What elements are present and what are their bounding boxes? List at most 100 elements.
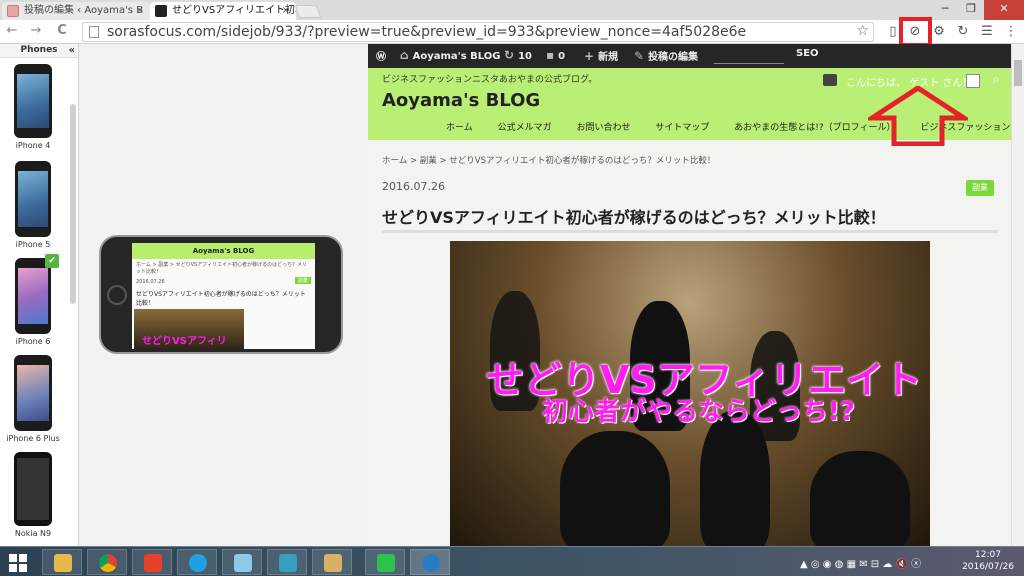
phone-thumbnail [14,452,52,526]
tab-title: せどりVSアフィリエイト初心者 [172,5,296,16]
menu-item[interactable]: サイトマップ [655,123,709,133]
wp-admin-bar: Ⓦ ⌂ Aoyama's BLOG ↻ 10 ▪ 0 + 新規 ✎ 投稿の編集 SEO [368,44,1011,68]
device-iphone-5[interactable]: iPhone 5 [0,161,66,249]
mini-preview[interactable]: Aoyama's BLOG ホーム > 副業 > せどりVSアフィリエイト初心者… [132,243,315,349]
stats-sparkline [714,50,784,64]
avatar[interactable] [966,74,980,88]
admin-updates[interactable]: ↻ 10 [504,48,532,62]
skype-icon[interactable] [177,549,217,575]
device-sidebar: Phones « iPhone 4 iPhone 5 ✔ iPhone 6 iP… [0,44,79,546]
device-label: iPhone 6 [15,337,51,346]
comment-icon: ▪ [546,48,555,62]
device-nokia-n9[interactable]: Nokia N9 [0,452,66,538]
title-divider [382,230,998,233]
new-tab-button[interactable] [294,5,322,18]
taskbar: ▲ ◎ ◉ ◍ ▦ ✉ ⊟ ☁ 🔇 ⓧ 12:07 2016/07/26 [0,546,1024,576]
page-icon [7,5,19,17]
minimize-button[interactable]: ─ [932,0,958,20]
message-icon[interactable] [823,74,837,86]
clock-date: 2016/07/26 [962,562,1014,572]
collapse-icon[interactable]: « [69,44,75,57]
post-title: せどりVSアフィリエイト初心者が稼げるのはどっち？メリット比較！ [382,208,886,227]
system-tray[interactable]: ▲ ◎ ◉ ◍ ▦ ✉ ⊟ ☁ 🔇 ⓧ [800,555,921,570]
tab-title: 投稿の編集 ‹ Aoyama's B [24,5,144,16]
clock-time: 12:07 [975,550,1001,560]
close-window-button[interactable]: ✕ [984,0,1024,20]
gear-icon[interactable]: ⚙ [930,24,948,40]
mini-hero-text: せどりVSアフィリ [142,336,227,347]
sidebar-header: Phones « [0,44,78,58]
home-icon: ⌂ [400,48,409,62]
device-iphone-6[interactable]: ✔ iPhone 6 [0,254,66,346]
device-iphone-4[interactable]: iPhone 4 [0,64,66,150]
tab-preview[interactable]: せどりVSアフィリエイト初心者 × [150,2,296,20]
back-button[interactable]: ← [4,23,20,38]
window-controls: ─ ❐ ✕ [932,0,1024,20]
menu-item[interactable]: 公式メルマガ [498,123,552,133]
device-label: Nokia N9 [14,529,52,538]
admin-seo[interactable]: SEO [796,48,819,59]
paint-icon[interactable] [312,549,352,575]
device-iphone-6-plus[interactable]: iPhone 6 Plus [0,355,66,443]
phone-thumbnail [15,161,51,237]
restore-button[interactable]: ❐ [958,0,984,20]
explorer-icon[interactable] [42,549,82,575]
mini-category: 副業 [294,277,311,284]
update-icon: ↻ [504,48,515,62]
category-badge[interactable]: 副業 [966,180,994,196]
site-tagline: ビジネスファッションニスタあおやまの公式ブログ。 [382,75,598,85]
tab-strip: 投稿の編集 ‹ Aoyama's B × せどりVSアフィリエイト初心者 × ─… [0,0,1024,20]
windows-start-icon[interactable] [9,554,27,572]
phone-thumbnail [15,258,51,334]
site-favicon-icon [155,5,167,17]
close-tab-icon[interactable]: × [136,4,144,18]
landscape-phone: Aoyama's BLOG ホーム > 副業 > せどりVSアフィリエイト初心者… [99,235,343,354]
selected-check-icon: ✔ [45,254,59,268]
reload-button[interactable]: C [54,23,70,38]
menu-icon[interactable]: ⋮ [1002,24,1020,40]
address-bar[interactable]: sorasfocus.com/sidejob/933/?preview=true… [82,22,874,42]
device-label: iPhone 5 [15,240,51,249]
app-red-icon[interactable] [132,549,172,575]
mini-title: せどりVSアフィリエイト初心者が稼げるのはどっち？メリット比較！ [136,291,306,307]
line-icon[interactable] [365,549,405,575]
sidebar-title: Phones [20,45,58,55]
clock[interactable]: 12:07 2016/07/26 [958,549,1018,573]
device-stage: Aoyama's BLOG ホーム > 副業 > せどりVSアフィリエイト初心者… [80,44,368,546]
admin-comments[interactable]: ▪ 0 [546,48,565,62]
search-icon[interactable]: ⌕ [993,72,1000,87]
bookmark-star-icon[interactable]: ☆ [856,23,869,39]
page-scrollbar[interactable] [1011,44,1024,546]
hero-image: せどりVSアフィリエイト 初心者がやるならどっち!? [450,241,930,546]
phone-thumbnail [14,355,52,431]
mini-date: 2016.07.26 [136,279,165,285]
refresh-icon[interactable]: ↻ [954,24,972,40]
sidebar-scrollbar[interactable] [70,104,76,304]
phone-thumbnail [14,64,52,138]
plus-icon: + [584,49,595,63]
breadcrumb[interactable]: ホーム > 副業 > せどりVSアフィリエイト初心者が稼げるのはどっち？メリット… [382,154,715,166]
menu-item[interactable]: ホーム [446,123,473,133]
forward-button[interactable]: → [28,23,44,38]
home-button [107,285,127,305]
up-arrow-annotation [868,86,968,146]
app-blue-icon[interactable] [222,549,262,575]
chrome-icon[interactable] [87,549,127,575]
site-logo[interactable]: Aoyama's BLOG [382,90,540,111]
app-green-icon[interactable] [267,549,307,575]
device-label: iPhone 6 Plus [6,434,60,443]
list-icon[interactable]: ☰ [978,24,996,40]
highlight-box [899,17,932,47]
admin-edit-post[interactable]: ✎ 投稿の編集 [634,48,698,63]
hero-subtitle: 初心者がやるならどっち!? [542,397,855,427]
url-text[interactable]: sorasfocus.com/sidejob/933/?preview=true… [107,24,746,40]
tab-edit-post[interactable]: 投稿の編集 ‹ Aoyama's B × [2,2,150,20]
app-hex-icon[interactable] [410,549,450,575]
admin-site-link[interactable]: ⌂ Aoyama's BLOG [400,48,500,62]
mini-breadcrumb: ホーム > 副業 > せどりVSアフィリエイト初心者が稼げるのはどっち？メリット… [136,262,308,275]
close-tab-icon[interactable]: × [282,4,290,18]
wordpress-icon[interactable]: Ⓦ [376,48,386,63]
mini-logo: Aoyama's BLOG [132,243,315,259]
menu-item[interactable]: お問い合わせ [577,123,631,133]
admin-new[interactable]: + 新規 [584,48,618,63]
